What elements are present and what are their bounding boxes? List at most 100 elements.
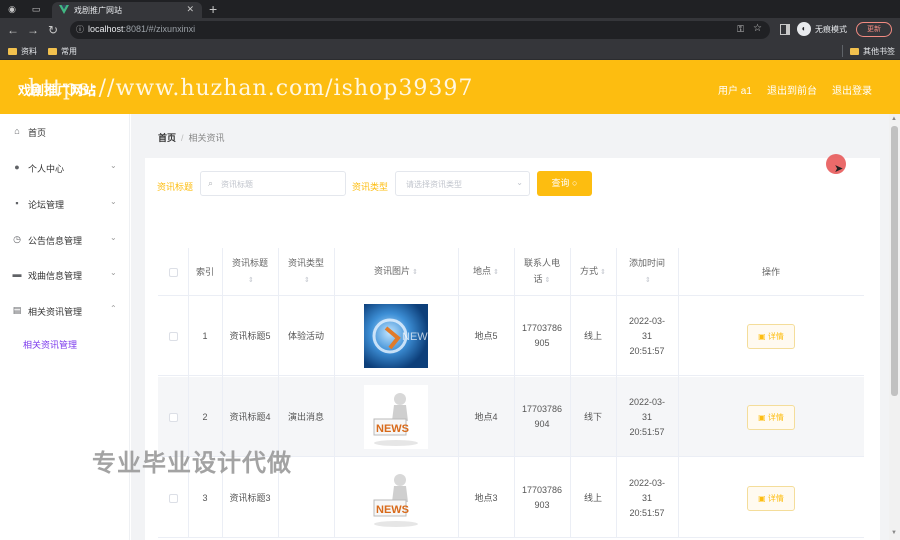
sort-icon[interactable]: ⇕ bbox=[248, 277, 254, 284]
sidebar-item-opera[interactable]: ▬ 戏曲信息管理 ⌄ bbox=[0, 266, 130, 284]
url-field[interactable]: ⓘ localhost:8081/#/zixunxinxi ⚿ ☆ bbox=[70, 21, 770, 39]
detail-button[interactable]: ▣ 详情 bbox=[747, 485, 795, 511]
cell-time: 2022-03-31 20:51:57 bbox=[628, 477, 666, 518]
info-icon[interactable]: ⓘ bbox=[76, 24, 84, 35]
col-phone[interactable]: 联系人电话 ⇕ bbox=[514, 248, 570, 296]
cell-phone: 17703786904 bbox=[521, 404, 563, 429]
sort-icon[interactable]: ⇕ bbox=[412, 269, 418, 276]
close-icon[interactable]: ✕ bbox=[186, 4, 194, 15]
sidebar-item-label: 戏曲信息管理 bbox=[28, 271, 83, 281]
sidebar-item-personal-center[interactable]: ● 个人中心 ⌄ bbox=[0, 159, 130, 177]
search-icon: ⌕ bbox=[208, 178, 214, 188]
globe-icon[interactable]: ◉ bbox=[6, 3, 18, 15]
breadcrumb: 首页 / 相关资讯 bbox=[158, 133, 225, 143]
compass-icon: ◷ bbox=[13, 234, 21, 244]
detail-icon: ▣ bbox=[758, 331, 766, 341]
news-figure-icon[interactable]: NEWS bbox=[364, 466, 428, 530]
url-host: localhost bbox=[88, 24, 124, 34]
window-icon[interactable]: ▭ bbox=[30, 3, 42, 15]
cell-mode: 线上 bbox=[583, 330, 602, 341]
incognito-label: 无痕模式 bbox=[815, 25, 847, 34]
other-bookmarks[interactable]: 其他书签 bbox=[850, 46, 895, 57]
key-icon[interactable]: ⚿ bbox=[737, 24, 744, 35]
user-name: 用户 a1 bbox=[718, 86, 752, 97]
cursor-icon: ➤ bbox=[834, 163, 844, 175]
sort-icon[interactable]: ⇕ bbox=[304, 277, 310, 284]
col-image[interactable]: 资讯图片 ⇕ bbox=[334, 248, 458, 296]
logout-link[interactable]: 退出登录 bbox=[832, 82, 872, 97]
browser-tab[interactable]: 戏剧推广网站 ✕ bbox=[52, 2, 202, 18]
scroll-down-icon[interactable]: ▼ bbox=[891, 530, 897, 536]
browser-tab-bar: ◉ ▭ 戏剧推广网站 ✕ + bbox=[0, 0, 900, 18]
incognito-icon[interactable]: ◐ bbox=[797, 22, 811, 36]
sidebar-item-home[interactable]: ⌂ 首页 bbox=[0, 123, 130, 141]
update-button[interactable]: 更新 bbox=[856, 22, 892, 37]
svg-text:NEWS: NEWS bbox=[376, 423, 409, 435]
col-title[interactable]: 资讯标题 ⇕ bbox=[222, 248, 278, 296]
chat-icon: ▪ bbox=[15, 198, 19, 208]
reload-icon[interactable]: ↻ bbox=[46, 23, 60, 37]
col-time[interactable]: 添加时间 ⇕ bbox=[616, 248, 678, 296]
scroll-up-icon[interactable]: ▲ bbox=[891, 116, 897, 122]
forward-icon[interactable]: → bbox=[26, 23, 40, 37]
sort-icon[interactable]: ⇕ bbox=[600, 269, 606, 276]
chevron-down-icon: ⌄ bbox=[110, 197, 117, 206]
scrollbar-thumb[interactable] bbox=[891, 126, 898, 396]
bookmark-folder[interactable]: 资料 bbox=[8, 46, 37, 57]
exit-to-frontend-link[interactable]: 退出到前台 bbox=[767, 82, 817, 97]
query-button[interactable]: 查询 ○ bbox=[537, 171, 592, 196]
detail-button[interactable]: ▣ 详情 bbox=[747, 404, 795, 430]
sidebar-subitem-news[interactable]: 相关资讯管理 bbox=[23, 338, 77, 351]
home-icon: ⌂ bbox=[14, 126, 20, 136]
sidebar-item-label: 相关资讯管理 bbox=[28, 307, 83, 317]
star-icon[interactable]: ☆ bbox=[753, 23, 762, 34]
type-filter-label: 资讯类型 bbox=[352, 182, 389, 192]
type-select-placeholder: 请选择资讯类型 bbox=[406, 180, 462, 189]
sidebar-item-label: 公告信息管理 bbox=[28, 236, 83, 246]
row-checkbox[interactable] bbox=[168, 412, 178, 422]
chevron-down-icon: ⌄ bbox=[110, 233, 117, 242]
select-all-checkbox[interactable] bbox=[168, 267, 178, 277]
app-header: 戏剧推广网站 https://www.huzhan.com/ishop39397… bbox=[0, 60, 900, 114]
type-select[interactable]: 请选择资讯类型 ⌄ bbox=[395, 171, 530, 196]
sidebar-item-notices[interactable]: ◷ 公告信息管理 ⌄ bbox=[0, 231, 130, 249]
cell-time: 2022-03-31 20:51:57 bbox=[628, 315, 666, 356]
sort-icon[interactable]: ⇕ bbox=[493, 269, 499, 276]
new-tab-icon[interactable]: + bbox=[209, 0, 217, 18]
sort-icon[interactable]: ⇕ bbox=[545, 277, 551, 284]
chevron-up-icon: ⌃ bbox=[110, 304, 117, 313]
col-index: 索引 bbox=[195, 267, 214, 277]
sort-icon[interactable]: ⇕ bbox=[645, 277, 651, 284]
svg-text:NEWS: NEWS bbox=[376, 504, 409, 516]
col-mode[interactable]: 方式 ⇕ bbox=[570, 248, 616, 296]
cell-place: 地点5 bbox=[474, 330, 498, 341]
tab-title: 戏剧推广网站 bbox=[74, 6, 122, 15]
sidebar-item-news[interactable]: ▤ 相关资讯管理 ⌃ bbox=[0, 302, 130, 320]
news-figure-icon[interactable]: NEWS bbox=[364, 385, 428, 449]
cell-index: 1 bbox=[202, 330, 208, 341]
row-checkbox[interactable] bbox=[168, 493, 178, 503]
cell-phone: 17703786905 bbox=[521, 323, 563, 348]
detail-icon: ▣ bbox=[758, 493, 766, 503]
search-icon: ○ bbox=[572, 178, 578, 188]
col-type[interactable]: 资讯类型 ⇕ bbox=[278, 248, 334, 296]
side-panel-icon[interactable] bbox=[780, 24, 790, 35]
col-place[interactable]: 地点 ⇕ bbox=[458, 248, 514, 296]
title-search-input[interactable]: ⌕ 资讯标题 bbox=[200, 171, 346, 196]
back-icon[interactable]: ← bbox=[6, 23, 20, 37]
breadcrumb-home[interactable]: 首页 bbox=[158, 133, 176, 143]
news-image-icon[interactable]: NEWS bbox=[364, 304, 428, 368]
bookmarks-bar: 资料 常用 其他书签 bbox=[0, 42, 900, 60]
cell-place: 地点3 bbox=[474, 492, 498, 503]
ad-overlay-text: 专业毕业设计代做 bbox=[92, 450, 292, 477]
row-checkbox[interactable] bbox=[168, 331, 178, 341]
bookmark-folder[interactable]: 常用 bbox=[48, 46, 77, 57]
folder-icon bbox=[8, 48, 17, 55]
document-icon: ▤ bbox=[12, 305, 22, 315]
url-path: :8081/#/zixunxinxi bbox=[123, 24, 196, 34]
table-row[interactable]: 1 资讯标题5 体验活动 NEWS 地点5 17703786905 线上 202… bbox=[158, 296, 864, 376]
detail-button[interactable]: ▣ 详情 bbox=[747, 323, 795, 349]
col-action: 操作 bbox=[761, 267, 780, 277]
sidebar-item-forum[interactable]: ▪ 论坛管理 ⌄ bbox=[0, 195, 130, 213]
sidebar-item-label: 论坛管理 bbox=[28, 200, 65, 210]
